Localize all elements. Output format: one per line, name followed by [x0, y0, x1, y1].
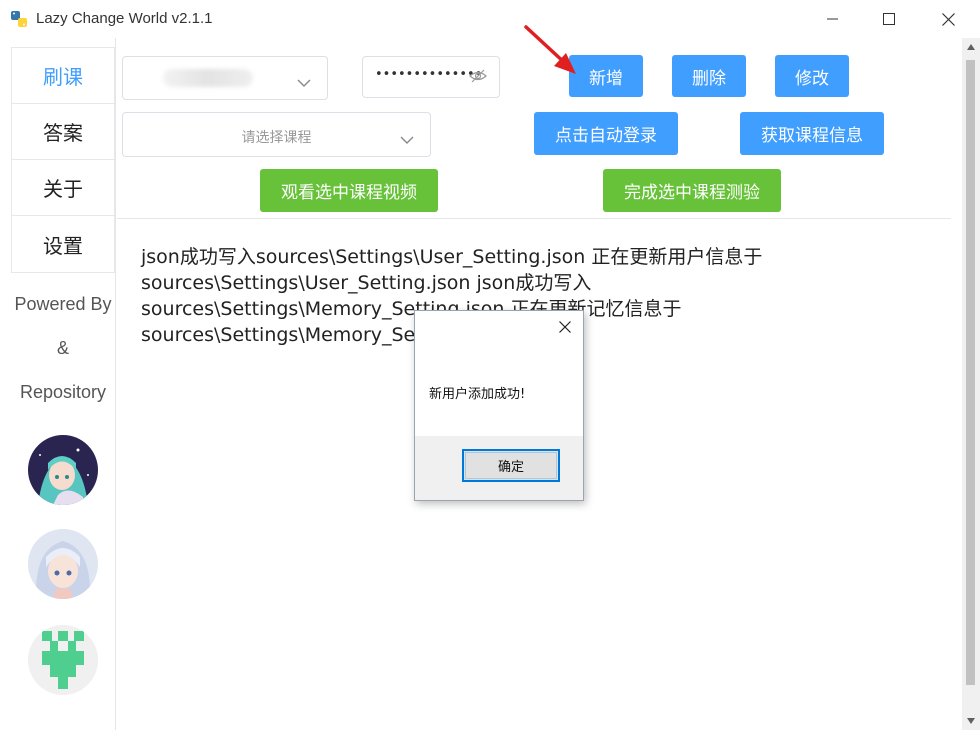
- password-mask: ••••••••••••••: [375, 67, 483, 82]
- sidebar-item-answers[interactable]: 答案: [12, 104, 114, 160]
- sidebar-item-brush-course[interactable]: 刷课: [12, 48, 114, 104]
- auto-login-button[interactable]: 点击自动登录: [534, 112, 678, 155]
- log-line: json成功写入sources\Settings\User_Setting.js…: [141, 246, 763, 268]
- avatar-repository[interactable]: [28, 625, 98, 695]
- complete-quiz-button[interactable]: 完成选中课程测验: [603, 169, 781, 212]
- password-field[interactable]: ••••••••••••••: [362, 56, 500, 98]
- dialog-message: 新用户添加成功!: [429, 387, 526, 402]
- annotation-arrow-icon: [524, 25, 576, 74]
- repository-label: Repository: [19, 382, 107, 402]
- chevron-down-icon: [400, 130, 414, 149]
- dialog-close-button[interactable]: [555, 317, 575, 337]
- message-dialog: 新用户添加成功! 确定: [414, 310, 584, 501]
- minimize-icon: [827, 18, 838, 20]
- watch-video-button[interactable]: 观看选中课程视频: [260, 169, 438, 212]
- ampersand-label: &: [56, 338, 69, 358]
- scroll-down-icon[interactable]: [962, 712, 980, 730]
- dialog-footer: 确定: [415, 436, 583, 500]
- divider: [117, 218, 951, 219]
- maximize-button[interactable]: [866, 0, 912, 38]
- user-select[interactable]: [122, 56, 328, 100]
- modify-user-button[interactable]: 修改: [775, 55, 849, 97]
- sidebar-item-about[interactable]: 关于: [12, 160, 114, 216]
- title-bar: Lazy Change World v2.1.1: [0, 0, 980, 38]
- python-app-icon: [10, 10, 28, 28]
- eye-hidden-icon[interactable]: [469, 68, 487, 88]
- scroll-thumb[interactable]: [966, 60, 975, 685]
- scroll-up-icon[interactable]: [962, 38, 980, 56]
- add-user-button[interactable]: 新增: [569, 55, 643, 97]
- sidebar-item-settings[interactable]: 设置: [12, 216, 114, 272]
- sidebar: 刷课 答案 关于 设置 Powered By & Repository: [0, 38, 116, 730]
- course-select-placeholder: 请选择课程: [241, 130, 312, 146]
- close-icon: [941, 12, 955, 26]
- get-course-info-button[interactable]: 获取课程信息: [740, 112, 884, 155]
- vertical-scrollbar[interactable]: [962, 38, 980, 730]
- window-title: Lazy Change World v2.1.1: [36, 10, 213, 27]
- course-select[interactable]: 请选择课程: [122, 112, 431, 157]
- sidebar-nav: 刷课 答案 关于 设置: [11, 47, 115, 273]
- close-icon: [559, 321, 571, 333]
- chevron-down-icon: [297, 73, 311, 92]
- delete-user-button[interactable]: 删除: [672, 55, 746, 97]
- maximize-icon: [883, 13, 895, 25]
- minimize-button[interactable]: [810, 0, 856, 38]
- log-line: sources\Settings\User_Setting.json json成…: [141, 272, 592, 294]
- avatar-author-1[interactable]: [28, 435, 98, 505]
- close-window-button[interactable]: [925, 0, 971, 38]
- user-select-value-redacted: [163, 69, 253, 87]
- dialog-ok-button[interactable]: 确定: [462, 449, 560, 482]
- avatar-author-2[interactable]: [28, 529, 98, 599]
- powered-by-label: Powered By: [14, 294, 112, 314]
